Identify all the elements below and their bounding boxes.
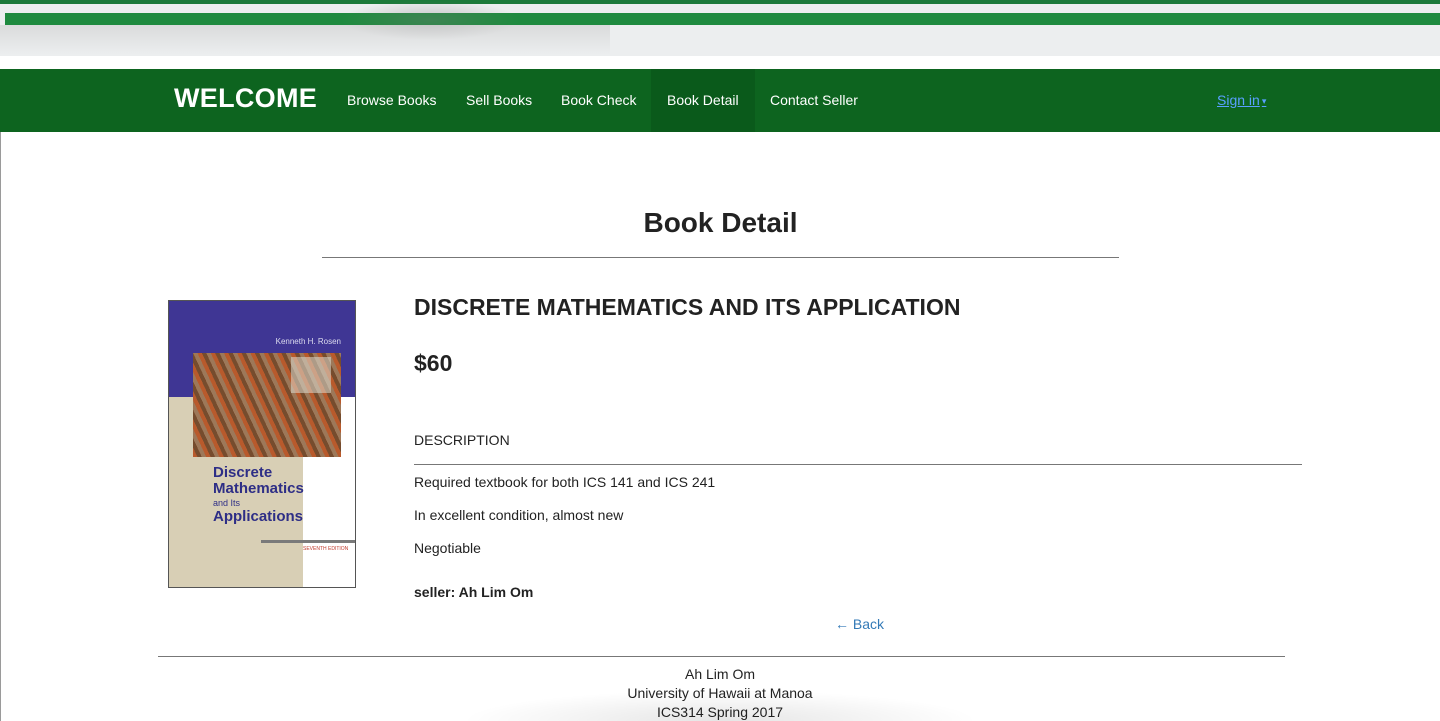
description-line: In excellent condition, almost new: [414, 507, 624, 523]
sign-in-dropdown[interactable]: Sign in ▾: [1217, 69, 1266, 132]
title-divider: [322, 257, 1119, 258]
footer-shadow: [460, 690, 980, 721]
nav-book-check[interactable]: Book Check: [545, 69, 652, 132]
description-line: Required textbook for both ICS 141 and I…: [414, 474, 716, 490]
cover-artwork: [193, 353, 341, 457]
seller-name: seller: Ah Lim Om: [414, 584, 534, 600]
cover-title-line4: Applications: [213, 508, 304, 525]
cover-title: Discrete Mathematics and Its Application…: [213, 465, 304, 525]
cover-title-line1: Discrete: [213, 464, 273, 481]
navbar: WELCOME Browse Books Sell Books Book Che…: [0, 69, 1440, 132]
description-divider: [414, 464, 1302, 465]
description-heading: DESCRIPTION: [414, 432, 510, 448]
brand-welcome[interactable]: WELCOME: [174, 83, 317, 114]
book-price: $60: [414, 350, 453, 376]
footer-author: Ah Lim Om: [684, 666, 755, 682]
banner-fade: [0, 25, 610, 55]
page-title: Book Detail: [643, 207, 798, 238]
header-banner: [0, 0, 1440, 56]
cover-title-line2: Mathematics: [213, 480, 304, 497]
nav-book-detail[interactable]: Book Detail: [651, 69, 755, 132]
cover-edition-bar: [261, 540, 355, 543]
nav-sell-books[interactable]: Sell Books: [450, 69, 548, 132]
sign-in-label: Sign in: [1217, 92, 1260, 108]
cover-artwork-inset: [291, 357, 331, 393]
caret-down-icon: ▾: [1261, 96, 1267, 106]
nav-contact-seller[interactable]: Contact Seller: [754, 69, 874, 132]
back-link[interactable]: ← Back: [835, 616, 884, 632]
nav-browse-books[interactable]: Browse Books: [331, 69, 452, 132]
cover-edition: SEVENTH EDITION: [303, 546, 349, 552]
book-title: DISCRETE MATHEMATICS AND ITS APPLICATION: [414, 294, 961, 320]
cover-author: Kenneth H. Rosen: [275, 337, 341, 346]
book-cover-image: Kenneth H. Rosen Discrete Mathematics an…: [168, 300, 356, 588]
footer-divider: [158, 656, 1285, 657]
banner-stripe: [5, 13, 1440, 25]
banner-stripe-top: [0, 0, 1440, 4]
page-left-border: [0, 132, 1, 721]
description-line: Negotiable: [414, 540, 481, 556]
